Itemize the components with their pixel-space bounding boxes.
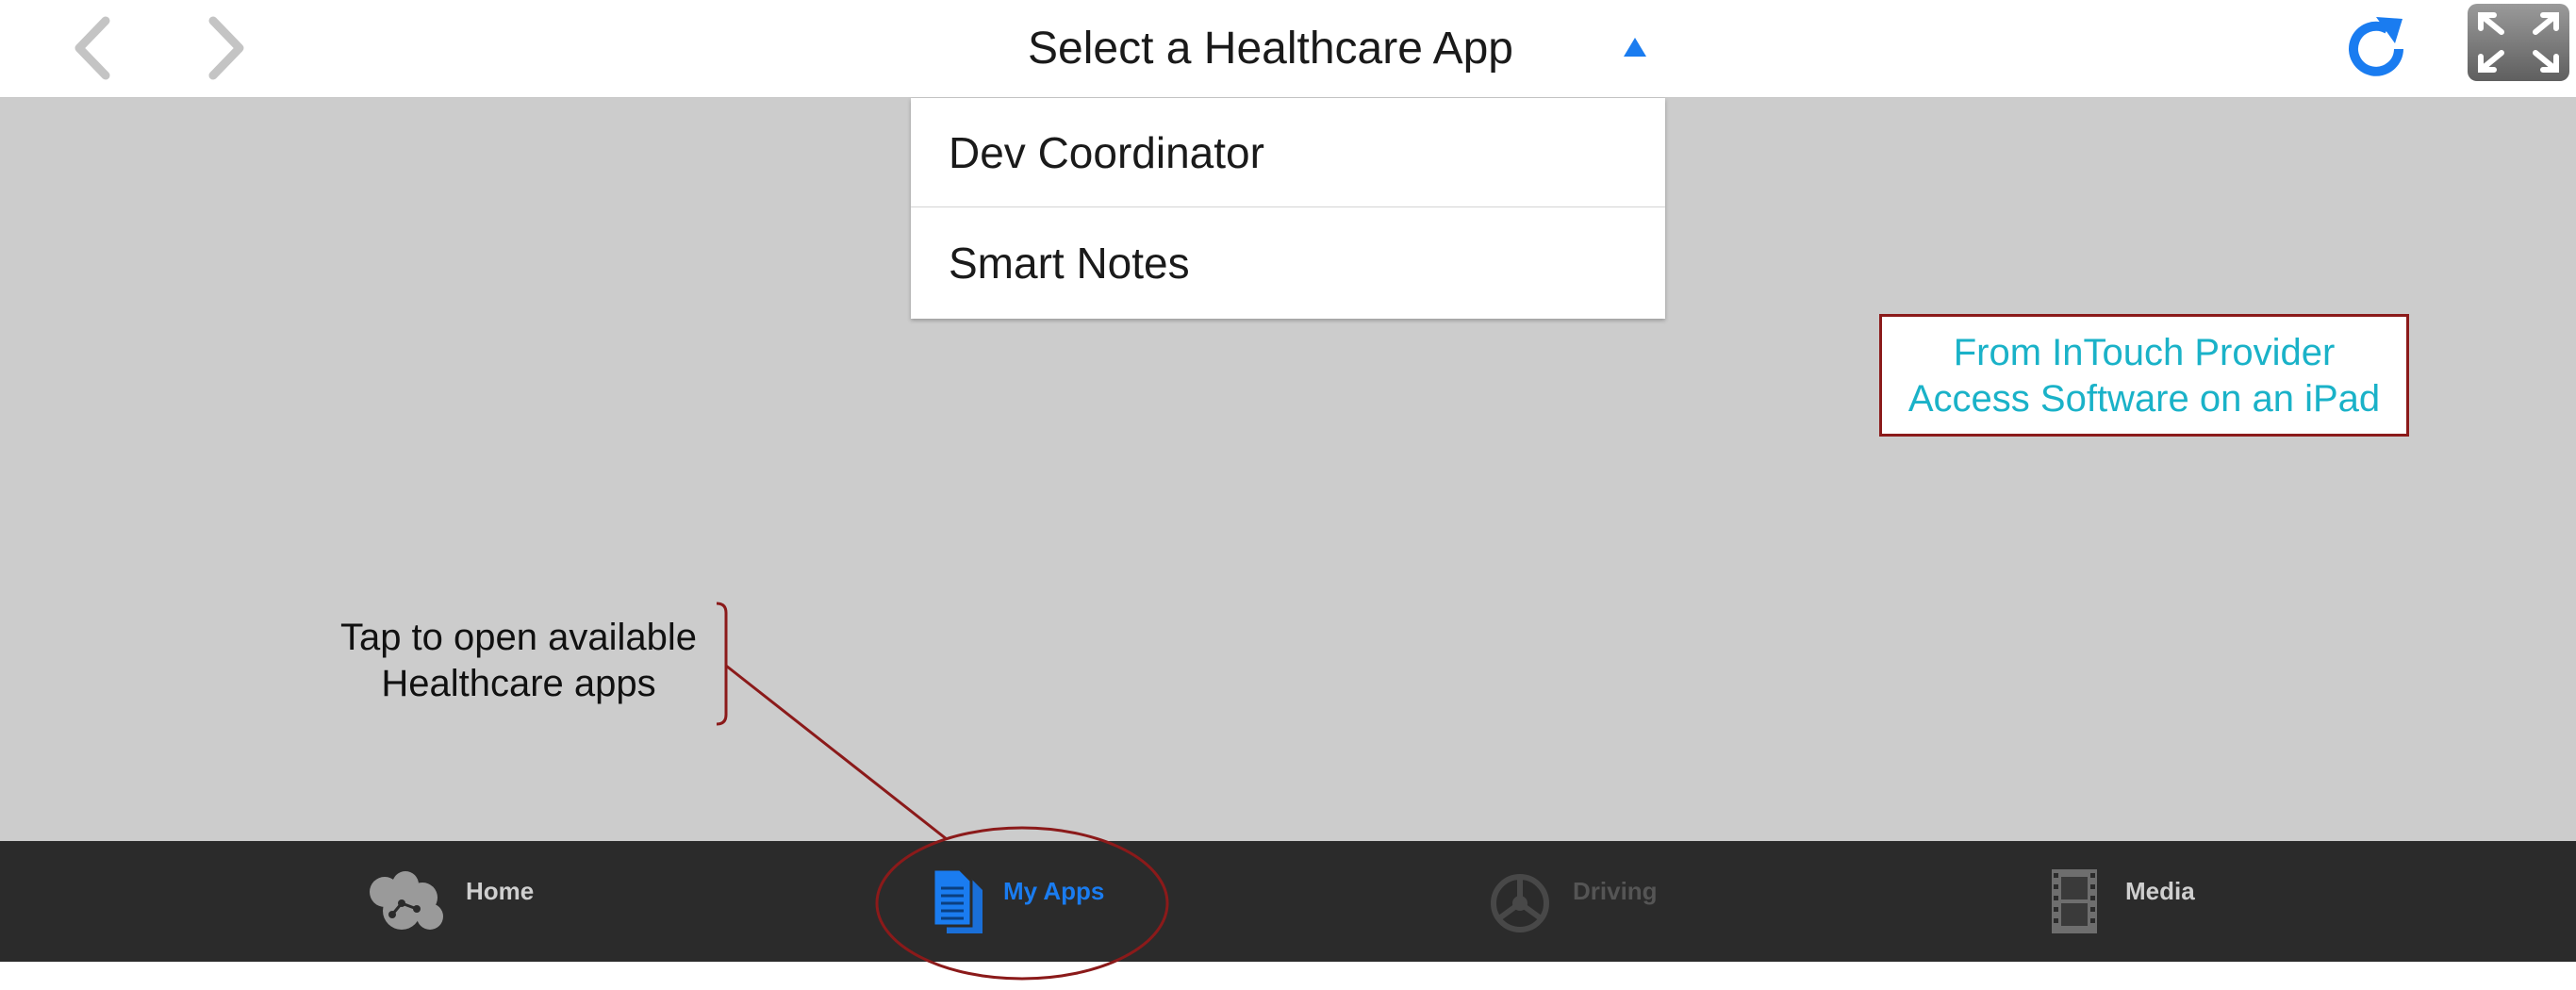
tab-home[interactable]: Home bbox=[368, 841, 566, 962]
callout-line-2: Access Software on an iPad bbox=[1907, 378, 2381, 420]
annotation-line-1: Tap to open available bbox=[339, 617, 698, 658]
source-callout: From InTouch Provider Access Software on… bbox=[1879, 314, 2409, 437]
tab-media-label: Media bbox=[2125, 877, 2195, 905]
tab-driving[interactable]: Driving bbox=[1486, 841, 1712, 962]
home-network-icon bbox=[370, 871, 443, 930]
tab-media[interactable]: Media bbox=[2044, 841, 2233, 962]
tap-annotation: Tap to open available Healthcare apps bbox=[302, 615, 735, 707]
back-button[interactable] bbox=[62, 15, 128, 81]
tab-home-label: Home bbox=[466, 877, 535, 905]
callout-line-1: From InTouch Provider bbox=[1953, 332, 2336, 373]
fullscreen-button[interactable] bbox=[2468, 4, 2569, 81]
documents-icon bbox=[932, 867, 983, 933]
chevron-left-icon bbox=[74, 16, 110, 80]
dropdown-item-dev-coordinator[interactable]: Dev Coordinator bbox=[911, 98, 1665, 207]
app-dropdown-menu: Dev Coordinator Smart Notes bbox=[911, 98, 1665, 319]
film-strip-icon bbox=[2052, 869, 2097, 933]
refresh-icon[interactable] bbox=[2338, 11, 2414, 87]
steering-wheel-icon bbox=[1491, 874, 1549, 932]
top-bar: Select a Healthcare App bbox=[0, 0, 2576, 98]
annotation-line-2: Healthcare apps bbox=[381, 663, 656, 704]
chevron-right-icon bbox=[208, 16, 244, 80]
dropdown-item-smart-notes[interactable]: Smart Notes bbox=[911, 208, 1665, 318]
caret-up-icon[interactable] bbox=[1622, 36, 1648, 58]
bottom-tab-bar: Home My Apps Driving Media bbox=[0, 841, 2576, 962]
tab-my-apps[interactable]: My Apps bbox=[913, 841, 1139, 962]
tab-my-apps-label: My Apps bbox=[1003, 877, 1105, 905]
tab-driving-label: Driving bbox=[1573, 877, 1658, 905]
forward-button[interactable] bbox=[190, 15, 256, 81]
fullscreen-expand-icon bbox=[2478, 12, 2559, 73]
app-selector-title[interactable]: Select a Healthcare App bbox=[1028, 23, 1513, 74]
